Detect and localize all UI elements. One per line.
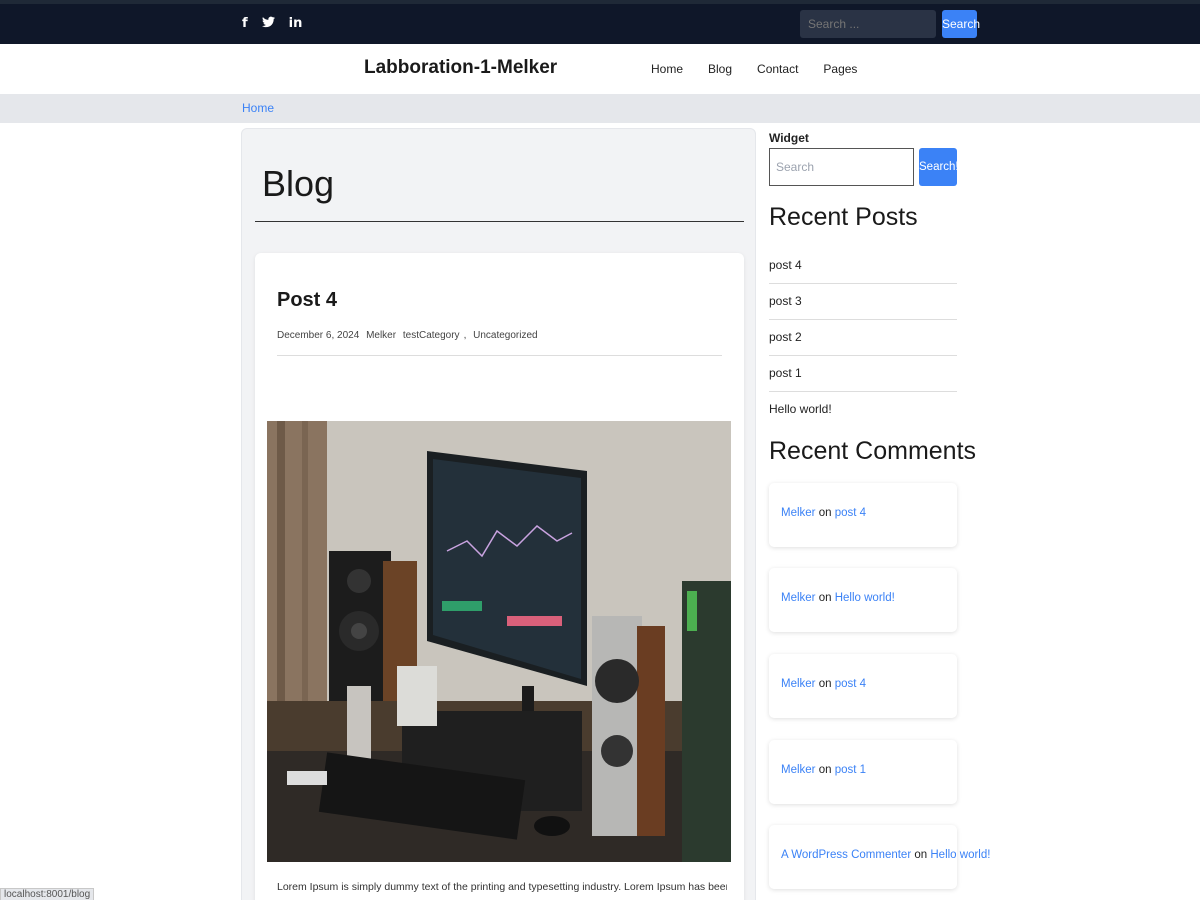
site-title[interactable]: Labboration-1-Melker xyxy=(364,57,557,79)
site-header: Labboration-1-Melker Home Blog Contact P… xyxy=(0,44,1200,94)
comment-post-link[interactable]: Hello world! xyxy=(930,849,990,861)
top-search-input[interactable] xyxy=(800,10,936,38)
comment-on-word: on xyxy=(914,849,928,861)
twitter-icon[interactable] xyxy=(261,16,275,32)
desk-setup-illustration xyxy=(267,421,731,862)
comment-post-link[interactable]: post 4 xyxy=(835,507,866,519)
comment-card: A WordPress Commenter on Hello world! xyxy=(769,825,990,889)
post-meta: December 6, 2024 Melker testCategory, Un… xyxy=(277,330,542,341)
nav-pages[interactable]: Pages xyxy=(823,62,857,76)
widget-label: Widget xyxy=(769,131,809,145)
page-title: Blog xyxy=(262,163,335,204)
comment-card: Melker on post 4 xyxy=(769,654,957,718)
top-bar: f in Search xyxy=(0,0,1200,44)
nav-blog[interactable]: Blog xyxy=(708,62,732,76)
recent-comments-heading: Recent Comments xyxy=(769,437,977,465)
breadcrumb: Home xyxy=(0,94,1200,123)
browser-status-url: localhost:8001/blog xyxy=(0,888,95,900)
recent-post-item[interactable]: post 3 xyxy=(769,284,957,320)
main-content: Blog Post 4 December 6, 2024 Melker test… xyxy=(241,128,756,900)
recent-post-item[interactable]: post 4 xyxy=(769,248,957,284)
comment-author-link[interactable]: Melker xyxy=(781,507,816,519)
recent-post-item[interactable]: post 2 xyxy=(769,320,957,356)
sidebar-search-input[interactable] xyxy=(769,148,914,186)
title-divider xyxy=(255,221,744,222)
post-category-uncategorized[interactable]: Uncategorized xyxy=(473,330,537,341)
top-search-button[interactable]: Search xyxy=(942,10,980,38)
comment-author-link[interactable]: Melker xyxy=(781,592,816,604)
comment-card: Melker on post 4 xyxy=(769,483,957,547)
post-featured-image[interactable] xyxy=(267,421,731,862)
comment-author-link[interactable]: A WordPress Commenter xyxy=(781,849,911,861)
comment-post-link[interactable]: post 1 xyxy=(835,764,866,776)
twitter-bird-shape xyxy=(261,16,275,28)
sidebar-search-button[interactable]: Search! xyxy=(919,148,959,186)
comment-on-word: on xyxy=(818,678,832,690)
main-nav: Home Blog Contact Pages xyxy=(651,62,882,76)
nav-home[interactable]: Home xyxy=(651,62,683,76)
post-category-test[interactable]: testCategory xyxy=(403,330,460,341)
recent-post-item[interactable]: post 1 xyxy=(769,356,957,392)
facebook-icon[interactable]: f xyxy=(242,16,248,32)
recent-posts-list: post 4 post 3 post 2 post 1 Hello world! xyxy=(769,248,957,428)
comment-card: Melker on Hello world! xyxy=(769,568,957,632)
post-divider xyxy=(277,355,722,356)
post-author[interactable]: Melker xyxy=(366,330,396,341)
linkedin-icon[interactable]: in xyxy=(289,16,303,32)
post-card: Post 4 December 6, 2024 Melker testCateg… xyxy=(255,253,744,900)
recent-post-item[interactable]: Hello world! xyxy=(769,392,957,428)
post-excerpt: Lorem Ipsum is simply dummy text of the … xyxy=(277,881,727,893)
comment-on-word: on xyxy=(818,764,832,776)
comment-post-link[interactable]: Hello world! xyxy=(835,592,895,604)
post-date: December 6, 2024 xyxy=(277,330,360,341)
comment-card: Melker on post 1 xyxy=(769,740,957,804)
comment-on-word: on xyxy=(818,507,832,519)
comment-on-word: on xyxy=(818,592,832,604)
breadcrumb-home-link[interactable]: Home xyxy=(242,101,274,115)
comment-author-link[interactable]: Melker xyxy=(781,678,816,690)
social-links: f in xyxy=(242,16,302,32)
category-separator: , xyxy=(463,330,467,341)
comment-author-link[interactable]: Melker xyxy=(781,764,816,776)
comment-post-link[interactable]: post 4 xyxy=(835,678,866,690)
nav-contact[interactable]: Contact xyxy=(757,62,798,76)
post-title[interactable]: Post 4 xyxy=(277,289,337,312)
recent-posts-heading: Recent Posts xyxy=(769,203,918,231)
